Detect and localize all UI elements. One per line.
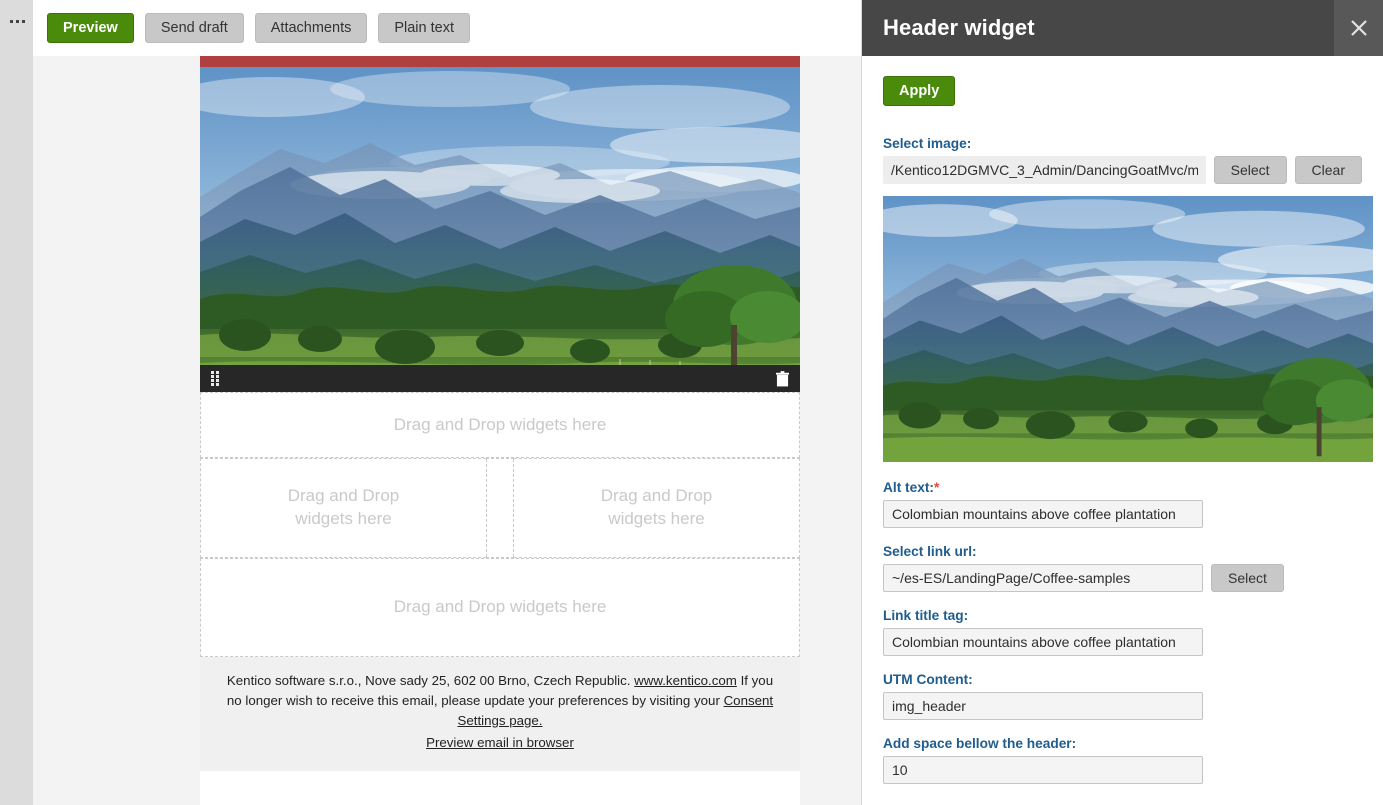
email-top-bar [200, 56, 800, 67]
kentico-website-link[interactable]: www.kentico.com [634, 673, 737, 688]
utm-content-input[interactable] [883, 692, 1203, 720]
utm-content-row [883, 692, 1362, 720]
preview-in-browser-link[interactable]: Preview email in browser [426, 735, 574, 750]
attachments-button[interactable]: Attachments [254, 13, 368, 43]
page-title: Header widget [883, 15, 1035, 40]
select-image-row: Select Clear [883, 156, 1362, 184]
image-preview-thumbnail [883, 196, 1373, 462]
plain-text-button[interactable]: Plain text [378, 13, 470, 43]
alt-text-input[interactable] [883, 500, 1203, 528]
panel-body: Apply Select image: Select Clear [862, 56, 1383, 805]
email-document: Drag and Drop widgets here Drag and Drop… [200, 56, 800, 805]
alt-text-label: Alt text:* [883, 480, 1362, 495]
select-image-button[interactable]: Select [1213, 156, 1287, 184]
left-rail [0, 0, 33, 805]
dropzone-left-label-line1: Drag and Drop [287, 486, 400, 506]
link-title-row [883, 628, 1362, 656]
dropzone-right-label-line1: Drag and Drop [600, 486, 713, 506]
panel-header: Header widget [862, 0, 1383, 56]
email-builder-app: Preview Send draft Attachments Plain tex… [0, 0, 1383, 805]
dropzone-right-label-line2: widgets here [608, 509, 705, 528]
select-image-input[interactable] [883, 156, 1206, 184]
link-url-row: Select [883, 564, 1362, 592]
close-icon[interactable] [1334, 0, 1383, 56]
ellipsis-icon[interactable] [6, 14, 28, 28]
utm-content-label: UTM Content: [883, 672, 973, 687]
required-marker: * [933, 480, 940, 495]
dropzone-left-label-line2: widgets here [295, 509, 392, 528]
link-url-label: Select link url: [883, 544, 977, 559]
alt-text-label-text: Alt text: [883, 480, 934, 495]
dropzone-bottom[interactable]: Drag and Drop widgets here [200, 558, 800, 657]
link-url-input[interactable] [883, 564, 1203, 592]
dropzone-bottom-label: Drag and Drop widgets here [393, 597, 607, 617]
dropzone-right[interactable]: Drag and Drop widgets here [514, 458, 800, 558]
apply-button[interactable]: Apply [883, 76, 956, 106]
dropzone-columns: Drag and Drop widgets here Drag and Drop… [200, 458, 800, 558]
drag-handle-icon[interactable] [211, 371, 220, 386]
widget-toolbar [200, 365, 800, 392]
preview-button[interactable]: Preview [47, 13, 134, 43]
email-canvas: Drag and Drop widgets here Drag and Drop… [33, 56, 861, 805]
dropzone-left[interactable]: Drag and Drop widgets here [200, 458, 486, 558]
widget-properties-panel: Header widget Apply Select image: Select… [861, 0, 1383, 805]
footer-text-prefix: Kentico software s.r.o., Nove sady 25, 6… [226, 673, 635, 688]
trash-icon[interactable] [776, 370, 789, 387]
space-below-input[interactable] [883, 756, 1203, 784]
clear-image-button[interactable]: Clear [1294, 156, 1362, 184]
space-below-row [883, 756, 1362, 784]
email-footer: Kentico software s.r.o., Nove sady 25, 6… [200, 657, 800, 771]
select-link-url-button[interactable]: Select [1211, 564, 1284, 592]
dropzone-top[interactable]: Drag and Drop widgets here [200, 392, 800, 458]
hero-landscape-illustration [200, 67, 800, 392]
link-title-input[interactable] [883, 628, 1203, 656]
space-below-label: Add space bellow the header: [883, 736, 1077, 751]
alt-text-row [883, 500, 1362, 528]
email-toolbar: Preview Send draft Attachments Plain tex… [33, 0, 861, 56]
link-title-label: Link title tag: [883, 608, 969, 623]
header-image-widget[interactable] [200, 67, 800, 392]
dropzone-top-label: Drag and Drop widgets here [393, 414, 607, 434]
select-image-label: Select image: [883, 136, 972, 151]
dropzone-column-gap [486, 458, 514, 558]
send-draft-button[interactable]: Send draft [144, 13, 244, 43]
